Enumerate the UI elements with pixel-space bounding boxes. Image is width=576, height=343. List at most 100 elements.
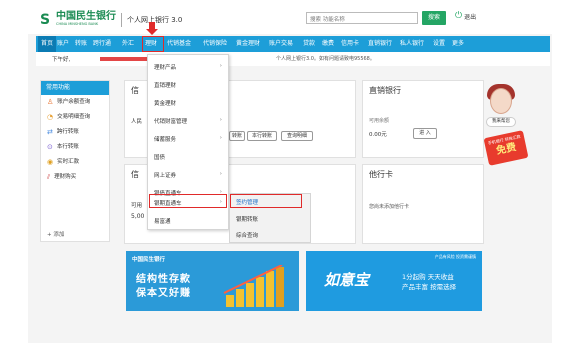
- menu-item-label: 易富通: [154, 219, 171, 225]
- nav-item-credit-card[interactable]: 信用卡: [341, 36, 359, 52]
- menu-item-label: 理财产品: [154, 65, 177, 71]
- menu-item-label: 黄金理财: [154, 101, 177, 107]
- transfer-button[interactable]: 转账: [229, 131, 245, 141]
- sidebar-item-label: 理财购买: [54, 174, 77, 180]
- nav-item-account[interactable]: 账户: [57, 36, 69, 52]
- submenu-highlight-box: [230, 194, 302, 208]
- other-bank-title: 他行卡: [369, 170, 393, 179]
- nav-item-funds[interactable]: 代销基金: [167, 36, 191, 52]
- menu-item-savings[interactable]: 储蓄服务 ›: [154, 135, 224, 143]
- nav-item-settings[interactable]: 设置: [433, 36, 445, 52]
- coin-icon: ◉: [47, 158, 54, 166]
- nav-item-private-bank[interactable]: 私人银行: [400, 36, 424, 52]
- sidebar-item-remit[interactable]: ◉ 实时汇款: [41, 155, 109, 170]
- sidebar-item-interbank[interactable]: ⇄ 跨行转账: [41, 125, 109, 140]
- banner-line1: 结构性存款: [136, 274, 191, 285]
- sidebar-item-label: 本行转账: [56, 144, 79, 150]
- nav-highlight-box: [142, 36, 164, 52]
- direct-bank-title: 直销银行: [369, 86, 401, 95]
- exit-button[interactable]: ⏻ 退出: [455, 11, 477, 22]
- risk-tag: 产品有风险 投资需谨慎: [434, 254, 476, 259]
- sidebar: 常用功能 ♙ 账户余额查询 ◔ 交易明细查询 ⇄ 跨行转账 ⊙ 本行转账 ◉ 实…: [40, 80, 110, 242]
- welcome-notice: 个人网上银行3.0。如有问题请致电95568。: [276, 56, 375, 62]
- sidebar-item-label: 实时汇款: [57, 159, 80, 165]
- enter-direct-bank-button[interactable]: 进 入: [413, 128, 437, 139]
- sidebar-title: 常用功能: [41, 81, 109, 95]
- sidebar-item-balance[interactable]: ♙ 账户余额查询: [41, 95, 109, 110]
- query-details-button[interactable]: 查询明细: [281, 131, 313, 141]
- sidebar-item-label: 交易明细查询: [57, 114, 91, 120]
- sidebar-item-internal[interactable]: ⊙ 本行转账: [41, 140, 109, 155]
- chevron-right-icon: ›: [219, 63, 222, 69]
- nav-item-loan[interactable]: 贷款: [303, 36, 315, 52]
- credit-label: 可用: [131, 203, 143, 209]
- menu-item-label: 网上证券: [154, 173, 177, 179]
- nav-item-forex[interactable]: 外汇: [122, 36, 134, 52]
- greeting: 下午好,: [52, 57, 71, 63]
- menu-item-gold[interactable]: 黄金理财: [154, 99, 224, 107]
- structured-deposit-banner[interactable]: 中国民生银行 结构性存款 保本又好赚: [126, 251, 299, 311]
- sidebar-item-details[interactable]: ◔ 交易明细查询: [41, 110, 109, 125]
- account-label: 人民: [131, 119, 143, 125]
- nav-item-transfer[interactable]: 转账: [75, 36, 87, 52]
- nav-item-interbank[interactable]: 跨行通: [93, 36, 111, 52]
- direct-bank-card: 直销银行 可用余额 0.00元 进 入: [362, 80, 484, 158]
- bank-logo[interactable]: S 中国民生银行 CHINA MINSHENG BANK 个人网上银行 3.0: [40, 12, 182, 27]
- menu-item-label: 直销理财: [154, 83, 177, 89]
- menu-item-bonds[interactable]: 国债: [154, 153, 224, 161]
- nav-item-payment[interactable]: 缴费: [322, 36, 334, 52]
- submenu-item-query[interactable]: 综合查询: [236, 231, 258, 239]
- ruyibao-banner[interactable]: 产品有风险 投资需谨慎 如意宝 1分起购 天天收益 产品丰富 按需选择: [306, 251, 482, 311]
- nav-item-more[interactable]: 更多: [452, 36, 464, 52]
- credit-amount: 5,00: [131, 213, 145, 220]
- transfer-icon: ⇄: [47, 128, 53, 136]
- banner-right-line2: 产品丰富 按需选择: [402, 283, 457, 291]
- menu-item-direct-wealth[interactable]: 直销理财: [154, 81, 224, 89]
- search-button[interactable]: 搜索: [422, 11, 446, 25]
- balance-value: 0.00元: [369, 132, 387, 138]
- power-icon: ⏻: [455, 11, 463, 21]
- sidebar-item-label: 账户余额查询: [57, 99, 91, 105]
- other-bank-message: 您尚未添加他行卡: [369, 204, 410, 210]
- nav-item-gold[interactable]: 黄金理财: [236, 36, 260, 52]
- nav-item-direct-bank[interactable]: 直销银行: [368, 36, 392, 52]
- assistant-tag[interactable]: 我来帮您: [486, 117, 516, 127]
- banner-title: 如意宝: [324, 271, 370, 289]
- person-icon: ♙: [47, 98, 54, 106]
- redacted-name: [100, 57, 148, 61]
- menu-item-label: 代销财富管理: [154, 119, 188, 125]
- nav-item-account-trade[interactable]: 账户交易: [269, 36, 293, 52]
- welcome-bar: 下午好, 个人网上银行3.0。如有问题请致电95568。: [36, 52, 550, 66]
- menu-item-products[interactable]: 理财产品 ›: [154, 63, 224, 71]
- down-arrow-annotation-icon: [146, 22, 158, 35]
- menu-item-agency-wealth[interactable]: 代销财富管理 ›: [154, 117, 224, 125]
- menu-item-yifutong[interactable]: 易富通: [154, 217, 224, 225]
- banner-line2: 保本又好赚: [136, 288, 191, 299]
- exit-label: 退出: [464, 14, 477, 21]
- bank-name: 中国民生银行: [56, 11, 116, 22]
- balance-label: 可用余额: [369, 118, 390, 124]
- bank-transfer-icon: ⊙: [47, 143, 53, 151]
- banner-brand: 中国民生银行: [132, 257, 166, 263]
- menu-highlight-box: [149, 194, 227, 208]
- bank-name-en: CHINA MINSHENG BANK: [56, 22, 99, 26]
- menu-item-label: 国债: [154, 155, 166, 161]
- chart-icon: ⫽: [47, 173, 51, 181]
- sidebar-item-label: 跨行转账: [56, 129, 79, 135]
- internal-transfer-button[interactable]: 本行转账: [247, 131, 277, 141]
- menu-item-label: 储蓄服务: [154, 137, 177, 143]
- assistant-avatar[interactable]: [490, 88, 512, 114]
- nav-item-insurance[interactable]: 代销保险: [203, 36, 227, 52]
- sidebar-item-buy[interactable]: ⫽ 理财购买: [41, 170, 109, 185]
- banner-right-line1: 1分起购 天天收益: [402, 273, 454, 281]
- promo-big-text: 免费: [495, 142, 518, 157]
- menu-item-securities[interactable]: 网上证券 ›: [154, 171, 224, 179]
- logo-divider: [121, 12, 122, 27]
- nav-item-home[interactable]: 首页: [38, 36, 57, 52]
- submenu-item-transfer[interactable]: 银期转账: [236, 215, 258, 223]
- sidebar-add-button[interactable]: + 添加: [47, 230, 64, 238]
- chevron-right-icon: ›: [219, 117, 222, 123]
- search-input[interactable]: 搜索 功能名称: [306, 12, 418, 24]
- other-bank-card: 他行卡 您尚未添加他行卡: [362, 164, 484, 244]
- coin-stack-icon: [223, 265, 284, 307]
